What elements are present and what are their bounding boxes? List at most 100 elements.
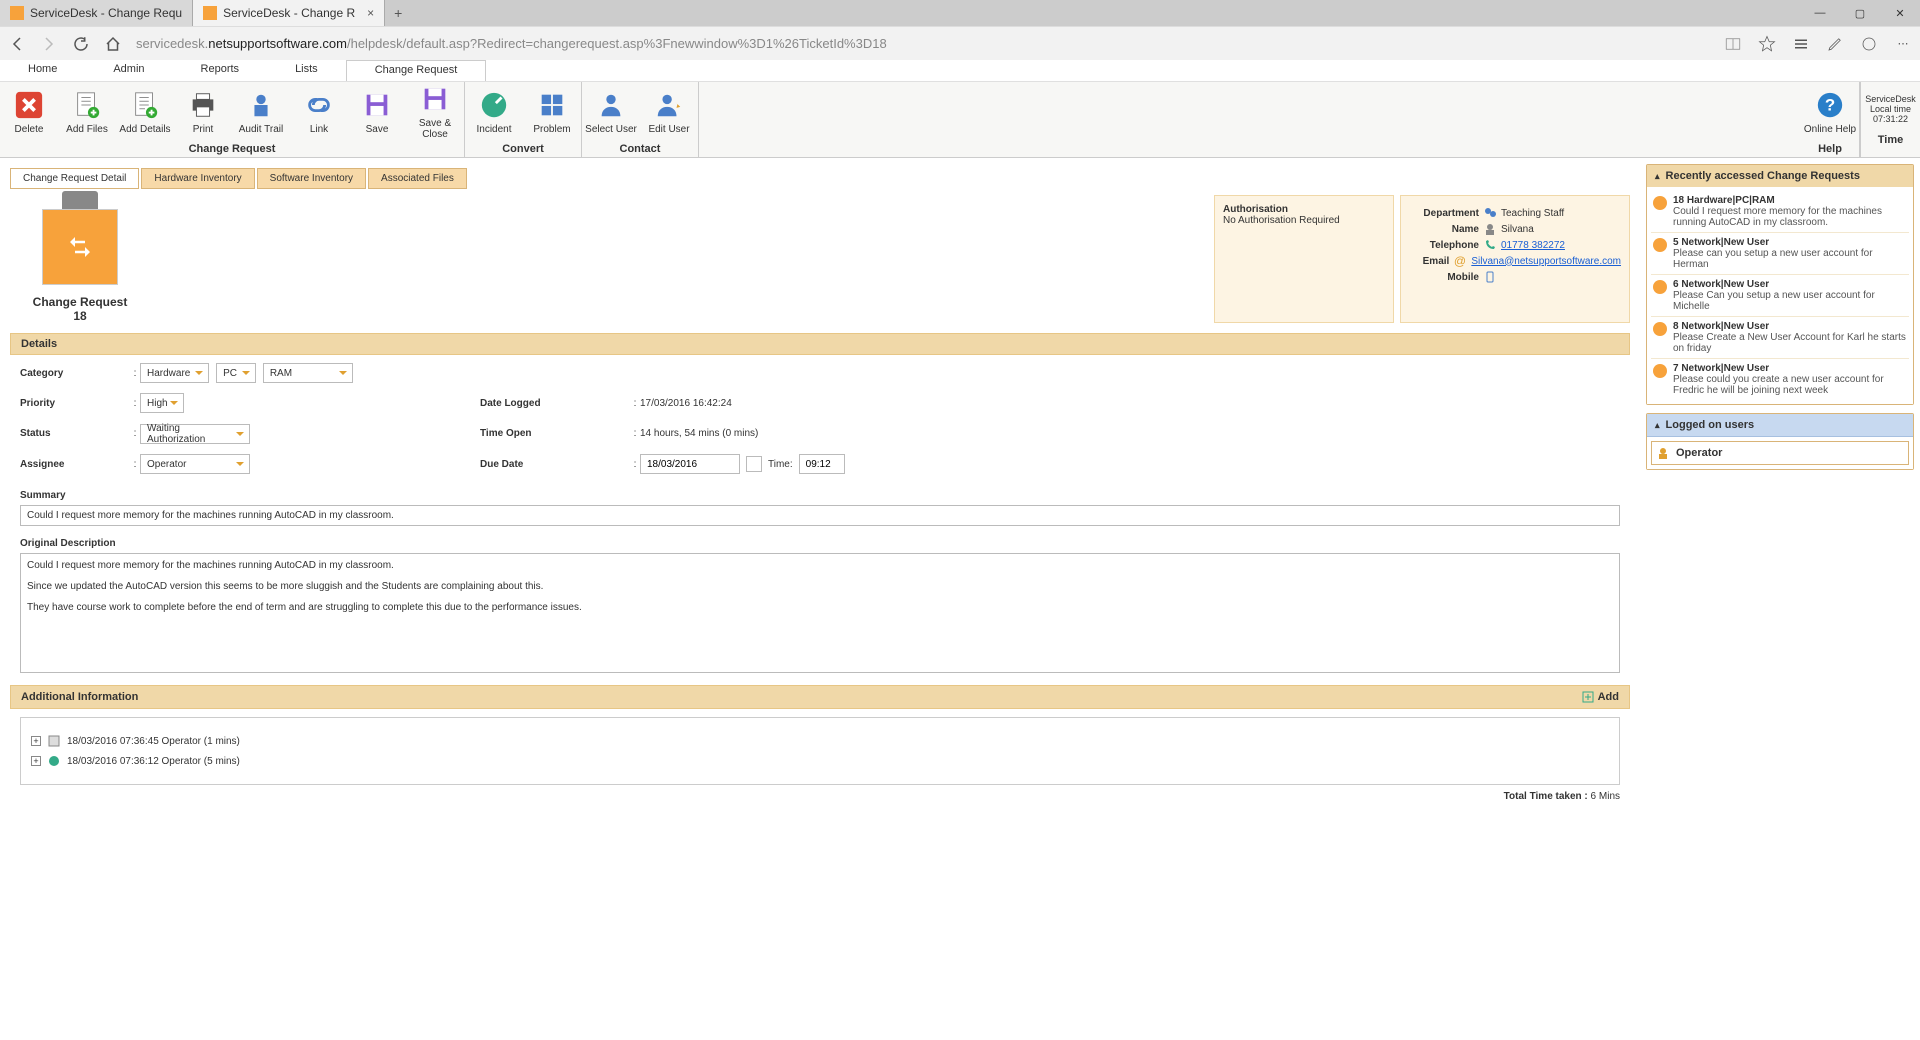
recent-icon [1653,322,1667,336]
recent-icon [1653,238,1667,252]
address-bar[interactable]: servicedesk.netsupportsoftware.com/helpd… [136,36,1702,51]
priority-label: Priority [20,398,130,409]
window-minimize-button[interactable]: — [1800,0,1840,26]
add-files-button[interactable]: Add Files [58,82,116,142]
print-button[interactable]: Print [174,82,232,142]
online-help-button[interactable]: ?Online Help [1801,82,1859,142]
details-header: Details [10,333,1630,355]
link-button[interactable]: Link [290,82,348,142]
assignee-select[interactable]: Operator [140,454,250,474]
recent-requests-header[interactable]: ▴Recently accessed Change Requests [1647,165,1913,187]
description-box[interactable]: Could I request more memory for the mach… [20,553,1620,673]
ribbon-group-label: Help [1801,142,1859,157]
category-select-2[interactable]: PC [216,363,256,383]
category-select-3[interactable]: RAM [263,363,353,383]
tab-detail[interactable]: Change Request Detail [10,168,139,189]
user-icon [1656,446,1670,460]
window-close-button[interactable]: ✕ [1880,0,1920,26]
recent-icon [1653,364,1667,378]
recent-icon [1653,196,1667,210]
status-label: Status [20,428,130,439]
change-request-icon [36,203,124,291]
logged-users-panel: ▴Logged on users Operator [1646,413,1914,470]
edit-user-button[interactable]: Edit User [640,82,698,142]
browser-tab-strip: ServiceDesk - Change Requ ServiceDesk - … [0,0,1920,26]
menu-home[interactable]: Home [0,60,85,81]
status-select[interactable]: Waiting Authorization [140,424,250,444]
new-tab-button[interactable]: + [385,5,411,21]
add-button[interactable]: Add [1581,690,1619,704]
change-request-card: Change Request 18 [10,195,150,323]
department-icon [1483,206,1497,220]
favicon-icon [10,6,24,20]
browser-tab[interactable]: ServiceDesk - Change Requ [0,0,193,26]
favorite-icon[interactable] [1758,35,1776,53]
additional-info-header: Additional Information Add [10,685,1630,709]
time-open-value: 14 hours, 54 mins (0 mins) [640,428,1620,439]
menu-lists[interactable]: Lists [267,60,346,81]
recent-item[interactable]: 6 Network|New UserPlease Can you setup a… [1651,275,1909,317]
back-button[interactable] [8,35,26,53]
browser-nav-bar: servicedesk.netsupportsoftware.com/helpd… [0,26,1920,60]
logged-users-header[interactable]: ▴Logged on users [1647,414,1913,437]
tab-hardware-inventory[interactable]: Hardware Inventory [141,168,254,189]
audit-trail-button[interactable]: Audit Trail [232,82,290,142]
add-details-button[interactable]: Add Details [116,82,174,142]
additional-item[interactable]: + 18/03/2016 07:36:12 Operator (5 mins) [31,754,1609,768]
reading-view-icon[interactable] [1724,35,1742,53]
email-link[interactable]: Silvana@netsupportsoftware.com [1471,256,1621,267]
tab-software-inventory[interactable]: Software Inventory [257,168,366,189]
delete-button[interactable]: Delete [0,82,58,142]
additional-item[interactable]: + 18/03/2016 07:36:45 Operator (1 mins) [31,734,1609,748]
contact-box: DepartmentTeaching Staff NameSilvana Tel… [1400,195,1630,323]
recent-requests-panel: ▴Recently accessed Change Requests 18 Ha… [1646,164,1914,405]
expand-icon[interactable]: + [31,756,41,766]
save-close-button[interactable]: Save & Close [406,82,464,142]
svg-text:?: ? [1825,95,1835,114]
logged-user-row[interactable]: Operator [1651,441,1909,465]
close-tab-icon[interactable]: × [367,6,374,20]
category-label: Category [20,368,130,379]
authorisation-box: Authorisation No Authorisation Required [1214,195,1394,323]
cr-title-label: Change Request [10,295,150,309]
ribbon-group-label: Contact [582,142,698,157]
due-date-label: Due Date [480,459,630,470]
expand-icon[interactable]: + [31,736,41,746]
calendar-icon[interactable] [746,456,762,472]
recent-item[interactable]: 18 Hardware|PC|RAMCould I request more m… [1651,191,1909,233]
problem-button[interactable]: Problem [523,82,581,142]
share-icon[interactable] [1860,35,1878,53]
orig-desc-label: Original Description [20,538,1620,549]
window-maximize-button[interactable]: ▢ [1840,0,1880,26]
mobile-icon [1483,270,1497,284]
note-icon [47,754,61,768]
due-time-input[interactable] [799,454,845,474]
menu-change-request[interactable]: Change Request [346,60,487,81]
menu-admin[interactable]: Admin [85,60,172,81]
chevron-up-icon: ▴ [1655,420,1660,431]
priority-select[interactable]: High [140,393,184,413]
recent-item[interactable]: 7 Network|New UserPlease could you creat… [1651,359,1909,400]
recent-item[interactable]: 8 Network|New UserPlease Create a New Us… [1651,317,1909,359]
summary-input[interactable]: Could I request more memory for the mach… [20,505,1620,526]
home-button[interactable] [104,35,122,53]
more-icon[interactable]: ⋯ [1894,35,1912,53]
due-date-input[interactable] [640,454,740,474]
category-select-1[interactable]: Hardware [140,363,209,383]
recent-item[interactable]: 5 Network|New UserPlease can you setup a… [1651,233,1909,275]
incident-button[interactable]: Incident [465,82,523,142]
date-logged-label: Date Logged [480,398,630,409]
browser-tab[interactable]: ServiceDesk - Change R× [193,0,385,26]
telephone-link[interactable]: 01778 382272 [1501,240,1565,251]
menu-reports[interactable]: Reports [173,60,268,81]
app-menu: Home Admin Reports Lists Change Request [0,60,1920,82]
save-button[interactable]: Save [348,82,406,142]
hub-icon[interactable] [1792,35,1810,53]
additional-info-box: + 18/03/2016 07:36:45 Operator (1 mins) … [20,717,1620,785]
webnote-icon[interactable] [1826,35,1844,53]
tab-associated-files[interactable]: Associated Files [368,168,467,189]
refresh-button[interactable] [72,35,90,53]
select-user-button[interactable]: Select User [582,82,640,142]
ribbon-group-label: Change Request [0,142,464,157]
forward-button[interactable] [40,35,58,53]
